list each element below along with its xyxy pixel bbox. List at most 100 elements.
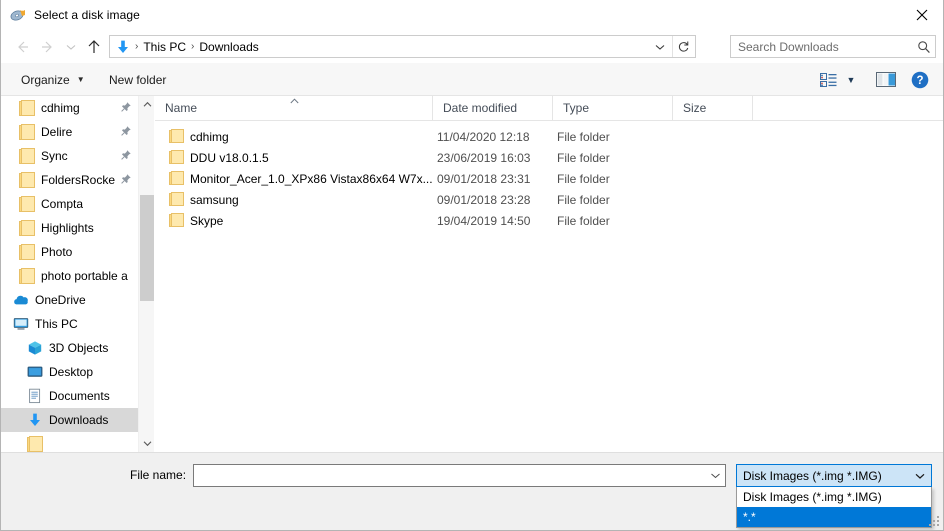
preview-pane-button[interactable] (873, 63, 899, 96)
scrollbar-thumb[interactable] (140, 195, 154, 301)
navigation-sidebar[interactable]: cdhimg Delire Sync FoldersRocke Compta Highli… (1, 96, 138, 452)
filter-option[interactable]: *.* (737, 507, 931, 527)
table-row[interactable]: Skype 19/04/2019 14:50 File folder (155, 210, 943, 231)
downloads-arrow-icon (115, 39, 131, 55)
sidebar-item-label: Highlights (41, 221, 94, 235)
cell-size (677, 126, 757, 147)
cell-type: File folder (557, 129, 610, 144)
close-icon (916, 9, 928, 21)
window-title: Select a disk image (34, 8, 140, 22)
folder-icon (19, 196, 35, 212)
breadcrumb-this-pc[interactable]: This PC (140, 40, 189, 54)
refresh-button[interactable] (672, 36, 694, 57)
chevron-down-icon[interactable] (909, 470, 931, 482)
pin-icon[interactable] (120, 149, 132, 161)
sidebar-item-label: cdhimg (41, 101, 80, 115)
filename-label: File name: (130, 468, 187, 482)
downloads-icon (27, 412, 43, 428)
forward-button[interactable] (35, 34, 61, 60)
filename-dropdown-button[interactable] (705, 470, 725, 481)
filter-option[interactable]: Disk Images (*.img *.IMG) (737, 487, 931, 507)
column-header-type[interactable]: Type (553, 96, 673, 120)
file-list-pane[interactable]: Name Date modified Type Size cdhimg 11/04/20… (155, 96, 943, 452)
file-type-filter-dropdown-list[interactable]: Disk Images (*.img *.IMG) *.* (736, 487, 932, 528)
recent-locations-button[interactable] (61, 34, 81, 60)
sidebar-item-photo-portable-a[interactable]: photo portable a (1, 264, 138, 288)
sidebar-item-foldersrocke[interactable]: FoldersRocke (1, 168, 138, 192)
folder-icon (19, 148, 35, 164)
file-rows: cdhimg 11/04/2020 12:18 File folder DDU v18… (155, 121, 943, 231)
column-header-label: Size (683, 101, 707, 115)
breadcrumb-separator: › (135, 41, 139, 52)
view-options-button[interactable] (815, 63, 841, 96)
search-box[interactable]: Search Downloads (730, 35, 936, 58)
address-dropdown-button[interactable] (649, 36, 671, 57)
scroll-down-button[interactable] (139, 435, 155, 452)
arrow-up-icon (88, 39, 100, 53)
3d-objects-icon (27, 340, 43, 356)
pin-icon[interactable] (120, 173, 132, 185)
chevron-down-icon (655, 44, 665, 50)
close-button[interactable] (899, 0, 943, 30)
new-folder-button[interactable]: New folder (101, 63, 174, 96)
up-button[interactable] (81, 34, 107, 60)
column-header-date-modified[interactable]: Date modified (433, 96, 553, 120)
sidebar-scrollbar[interactable] (138, 96, 154, 452)
table-row[interactable]: Monitor_Acer_1.0_XPx86 Vistax86x64 W7x..… (155, 168, 943, 189)
help-icon: ? (911, 71, 929, 88)
documents-icon (27, 388, 43, 404)
cell-date: 19/04/2019 14:50 (437, 213, 531, 228)
sidebar-item-3d-objects[interactable]: 3D Objects (1, 336, 138, 360)
help-button[interactable]: ? (907, 63, 933, 96)
sidebar-item-desktop[interactable]: Desktop (1, 360, 138, 384)
this-pc-icon (13, 316, 29, 332)
search-icon (913, 40, 935, 54)
caret-down-icon: ▼ (846, 74, 856, 85)
sidebar-item-label: Compta (41, 197, 84, 211)
table-row[interactable]: samsung 09/01/2018 23:28 File folder (155, 189, 943, 210)
sidebar-item-compta[interactable]: Compta (1, 192, 138, 216)
sidebar-item-delire[interactable]: Delire (1, 120, 138, 144)
refresh-icon (678, 41, 689, 52)
sidebar-item-sync[interactable]: Sync (1, 144, 138, 168)
disk-image-icon (10, 7, 26, 23)
sidebar-item-label: Downloads (49, 413, 109, 427)
sidebar-item-label: Desktop (49, 365, 94, 379)
sidebar-item-documents[interactable]: Documents (1, 384, 138, 408)
column-header-size[interactable]: Size (673, 96, 753, 120)
sidebar-item-label: This PC (35, 317, 78, 331)
sidebar-item-downloads[interactable]: Downloads (1, 408, 138, 432)
folder-icon (19, 220, 35, 236)
table-row[interactable]: DDU v18.0.1.5 23/06/2019 16:03 File folder (155, 147, 943, 168)
sidebar-item-cdhimg[interactable]: cdhimg (1, 96, 138, 120)
column-header-name[interactable]: Name (155, 96, 433, 120)
back-button[interactable] (9, 34, 35, 60)
folder-icon (19, 172, 35, 188)
scroll-up-button[interactable] (139, 96, 155, 113)
table-row[interactable]: cdhimg 11/04/2020 12:18 File folder (155, 126, 943, 147)
sidebar-item-photo[interactable]: Photo (1, 240, 138, 264)
select-disk-image-dialog: Select a disk image › This PC › Download… (0, 0, 944, 531)
breadcrumb-downloads[interactable]: Downloads (196, 40, 261, 54)
pin-icon[interactable] (120, 125, 132, 137)
file-type-filter-combo[interactable]: Disk Images (*.img *.IMG) (736, 464, 932, 487)
chevron-down-icon (710, 473, 720, 479)
sidebar-item-partial[interactable] (1, 432, 138, 452)
view-options-caret[interactable]: ▼ (842, 63, 860, 96)
sidebar-item-onedrive[interactable]: OneDrive (1, 288, 138, 312)
sidebar-item-label: Photo (41, 245, 73, 259)
search-input[interactable]: Search Downloads (738, 40, 913, 54)
sidebar-item-label: photo portable a (41, 269, 128, 283)
sidebar-item-highlights[interactable]: Highlights (1, 216, 138, 240)
chevron-down-icon (66, 44, 76, 50)
folder-icon (27, 436, 43, 452)
address-bar[interactable]: › This PC › Downloads (109, 35, 696, 58)
resize-grip-icon[interactable] (929, 516, 941, 528)
filename-field[interactable] (193, 464, 726, 487)
sidebar-item-this-pc[interactable]: This PC (1, 312, 138, 336)
organize-button[interactable]: Organize ▼ (13, 63, 93, 96)
cell-size (677, 168, 757, 189)
pin-icon[interactable] (120, 101, 132, 113)
folder-icon (169, 213, 184, 227)
sidebar-item-label: Documents (49, 389, 110, 403)
